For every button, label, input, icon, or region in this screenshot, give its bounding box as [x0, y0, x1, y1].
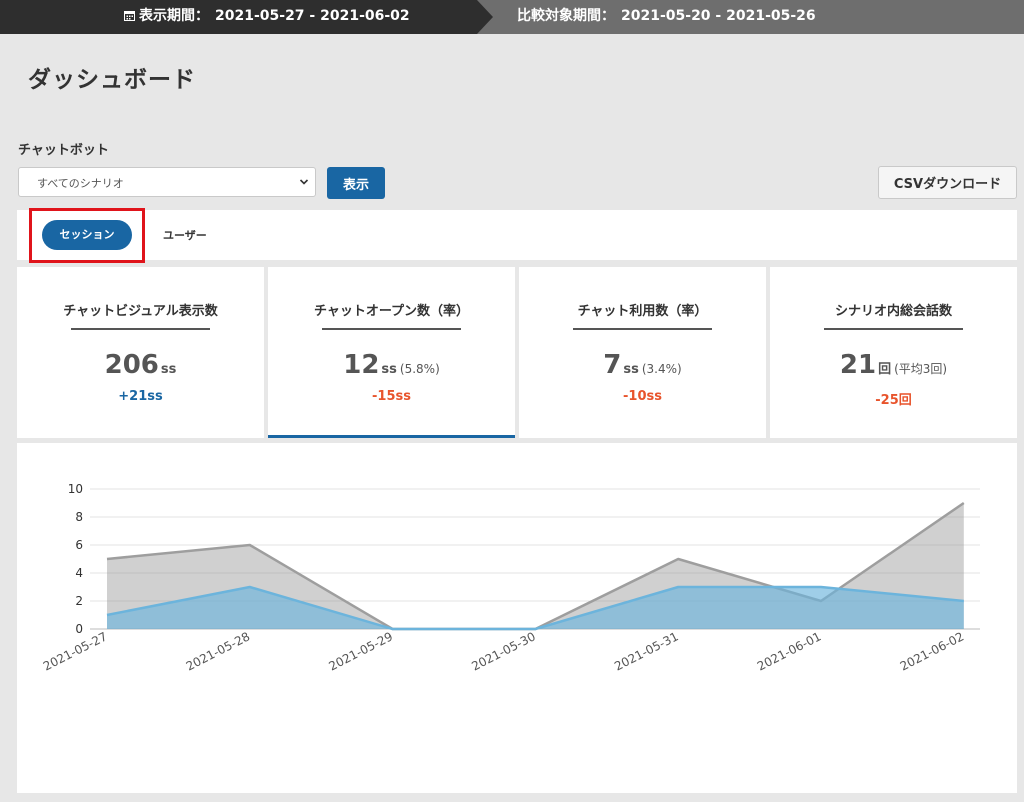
display-period: 表示期間： 2021-05-27 - 2021-06-02 — [124, 0, 410, 34]
card-value-row: 21 回 (平均3回) — [770, 350, 1017, 380]
chart-panel: 0 2 4 6 8 10 2021-05-27 2021-05-28 2021-05-29 202… — [17, 443, 1017, 793]
y-tick-label: 8 — [75, 510, 83, 524]
series-1-area — [107, 587, 964, 629]
y-tick-label: 6 — [75, 538, 83, 552]
y-tick-label: 10 — [68, 482, 83, 496]
x-tick-label: 2021-05-30 — [469, 629, 538, 673]
card-value-row: 206 ss — [17, 350, 264, 380]
card-chat-usage[interactable]: チャット利用数（率） 7 ss (3.4%) -10ss — [519, 267, 766, 438]
card-title-underline — [71, 328, 210, 330]
card-diff: -15ss — [372, 389, 411, 404]
session-area-chart: 02468102021-05-27 2021-05-28 2021-05-29 202… — [41, 482, 980, 674]
x-tick-label: 2021-05-31 — [612, 629, 681, 673]
card-value-row: 7 ss (3.4%) — [519, 350, 766, 380]
scenario-select-value: すべてのシナリオ — [37, 177, 124, 190]
card-title-underline — [322, 328, 461, 330]
card-rate: (5.8%) — [399, 362, 440, 376]
y-tick-label: 4 — [75, 566, 83, 580]
compare-period-value: 2021-05-20 - 2021-05-26 — [621, 8, 816, 24]
x-tick-label: 2021-06-01 — [755, 629, 824, 673]
card-unit: ss — [381, 362, 397, 377]
period-bar: 表示期間： 2021-05-27 - 2021-06-02 比較対象期間： 2021… — [0, 0, 1024, 34]
period-divider-arrow — [477, 0, 493, 34]
highlight-box — [29, 208, 145, 263]
card-title: シナリオ内総会話数 — [834, 304, 952, 319]
compare-period-label: 比較対象期間： — [517, 8, 615, 24]
card-title: チャットビジュアル表示数 — [63, 304, 218, 319]
card-unit: ss — [623, 362, 639, 377]
card-diff: -25回 — [875, 393, 912, 408]
card-value: 206 — [104, 350, 159, 380]
tab-user[interactable]: ユーザー — [163, 227, 207, 243]
card-value: 21 — [839, 350, 877, 380]
card-title: チャットオープン数（率） — [313, 304, 470, 319]
page-title: ダッシュボード — [28, 67, 196, 93]
csv-download-button[interactable]: CSVダウンロード — [878, 166, 1017, 199]
card-diff: +21ss — [118, 389, 163, 404]
show-button[interactable]: 表示 — [327, 167, 385, 199]
card-rate: (3.4%) — [641, 362, 682, 376]
compare-period: 比較対象期間： 2021-05-20 - 2021-05-26 — [517, 0, 816, 34]
card-unit: 回 — [878, 362, 892, 377]
card-unit: ss — [160, 362, 177, 377]
card-scenario-conversations[interactable]: シナリオ内総会話数 21 回 (平均3回) -25回 — [770, 267, 1017, 438]
scenario-select[interactable]: すべてのシナリオ — [18, 167, 316, 197]
display-period-value: 2021-05-27 - 2021-06-02 — [215, 8, 410, 24]
card-value: 12 — [343, 350, 380, 380]
y-tick-label: 0 — [75, 622, 83, 636]
card-title-underline — [824, 328, 963, 330]
card-title: チャット利用数（率） — [577, 304, 708, 319]
x-tick-label: 2021-05-29 — [327, 629, 396, 673]
card-title-underline — [573, 328, 712, 330]
card-chat-open[interactable]: チャットオープン数（率） 12 ss (5.8%) -15ss — [268, 267, 515, 438]
card-chat-visual-views[interactable]: チャットビジュアル表示数 206 ss +21ss — [17, 267, 264, 438]
card-diff: -10ss — [623, 389, 662, 404]
display-period-label: 表示期間： — [139, 8, 209, 24]
card-rate: (平均3回) — [894, 362, 948, 376]
chevron-down-icon — [299, 179, 309, 185]
card-value-row: 12 ss (5.8%) — [268, 350, 515, 380]
calendar-icon — [124, 11, 135, 21]
chatbot-filter-label: チャットボット — [18, 143, 109, 158]
x-tick-label: 2021-05-28 — [184, 629, 253, 673]
x-tick-label: 2021-06-02 — [898, 629, 967, 673]
card-value: 7 — [603, 350, 622, 380]
card-active-indicator — [268, 435, 515, 438]
y-tick-label: 2 — [75, 594, 83, 608]
